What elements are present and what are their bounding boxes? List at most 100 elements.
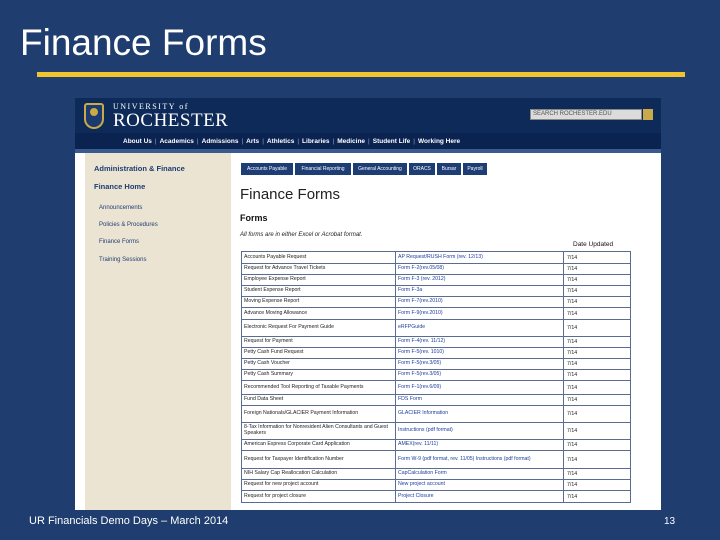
form-link[interactable]: Form F-5(rev.3/05) <box>396 370 564 380</box>
table-row: Fund Data Sheet FDS Form 7/14 <box>242 395 630 406</box>
form-name-cell: Accounts Payable Request <box>242 252 396 263</box>
form-name-cell: Request for Payment <box>242 337 396 347</box>
form-link[interactable]: Form F-5(rev.3/05) <box>396 359 564 369</box>
date-updated-cell: 7/14 <box>567 299 578 305</box>
table-row: Petty Cash Fund Request Form F-5(rev. 101… <box>242 348 630 359</box>
form-link[interactable]: Form F-9(rev.2010) <box>396 308 564 319</box>
date-updated-cell: 7/14 <box>567 310 578 317</box>
form-link[interactable]: Form F-2(rev.05/08) <box>396 264 564 274</box>
form-link[interactable]: Form F-4(rev. 11/12) <box>396 337 564 347</box>
date-updated-cell: 7/14 <box>567 411 578 417</box>
sidebar-heading[interactable]: Administration & Finance <box>94 164 185 173</box>
date-updated-cell: 7/14 <box>567 428 578 434</box>
nav-separator: | <box>297 137 300 145</box>
nav-item-medicine[interactable]: Medicine <box>337 138 365 145</box>
form-link[interactable]: Form F-3a <box>396 286 564 296</box>
table-row: 8-Tax Information for Nonresident Alien … <box>242 423 630 440</box>
form-link[interactable]: AP Request/RUSH Form (rev. 12/13) <box>396 252 564 263</box>
table-row: Employee Expense Report Form F-3 (rev. 20… <box>242 275 630 286</box>
university-name-line2: ROCHESTER <box>113 110 229 131</box>
nav-item-student-life[interactable]: Student Life <box>373 138 411 145</box>
form-name-cell: Request for Taxpayer Identification Numb… <box>242 451 396 468</box>
tab-bursar[interactable]: Bursar <box>437 163 461 175</box>
nav-separator: | <box>332 137 335 145</box>
form-link[interactable]: Form W-9 (pdf format, rev. 11/05) Instru… <box>396 451 564 468</box>
form-name-cell: Employee Expense Report <box>242 275 396 285</box>
nav-item-about-us[interactable]: About Us <box>123 138 152 145</box>
footer-text: UR Financials Demo Days – March 2014 <box>29 515 229 527</box>
form-link[interactable]: Form F-1(rev.6/09) <box>396 381 564 394</box>
table-row: Recommended Tool Reporting of Taxable Pa… <box>242 381 630 395</box>
sidebar-item-policies[interactable]: Policies & Procedures <box>99 222 158 228</box>
nav-item-academics[interactable]: Academics <box>160 138 194 145</box>
page-number: 13 <box>664 516 676 527</box>
nav-separator: | <box>413 137 415 145</box>
form-link[interactable]: Form F-3 (rev. 2012) <box>396 275 564 285</box>
table-row: Electronic Request For Payment Guide eRFP… <box>242 320 630 337</box>
nav-separator: | <box>154 137 157 145</box>
date-updated-cell: 7/14 <box>567 493 578 500</box>
table-row: Petty Cash Summary Form F-5(rev.3/05) 7/14 <box>242 370 630 381</box>
form-link[interactable]: New project account <box>396 480 564 490</box>
table-row: Student Expense Report Form F-3a 7/14 <box>242 286 630 297</box>
sidebar-item-finance-forms[interactable]: Finance Forms <box>99 239 139 245</box>
form-name-cell: American Express Corporate Card Applicat… <box>242 440 396 450</box>
tab-payroll[interactable]: Payroll <box>463 163 487 175</box>
date-updated-cell: 7/14 <box>567 482 578 488</box>
table-row: NIH Salary Cap Reallocation Calculation C… <box>242 469 630 480</box>
title-underline <box>37 72 685 77</box>
search-button[interactable] <box>643 109 653 120</box>
form-link[interactable]: eRFPGuide <box>396 320 564 336</box>
sidebar-item-announcements[interactable]: Announcements <box>99 205 142 211</box>
form-link[interactable]: GLACIER Information <box>396 406 564 422</box>
tab-accounts-payable[interactable]: Accounts Payable <box>241 163 293 175</box>
sidebar-item-training[interactable]: Training Sessions <box>99 257 146 263</box>
form-name-cell: 8-Tax Information for Nonresident Alien … <box>242 423 396 439</box>
form-link[interactable]: AMEX(rev. 11/11) <box>396 440 564 450</box>
date-updated-cell: 7/14 <box>567 397 578 403</box>
university-header: UNIVERSITY of ROCHESTER SEARCH ROCHESTER… <box>75 98 661 133</box>
nav-item-libraries[interactable]: Libraries <box>302 138 329 145</box>
form-name-cell: Request for project closure <box>242 491 396 502</box>
website-screenshot: UNIVERSITY of ROCHESTER SEARCH ROCHESTER… <box>75 98 661 510</box>
top-navigation: About Us | Academics | Admissions | Arts | Athle… <box>75 133 661 149</box>
form-name-cell: Moving Expense Report <box>242 297 396 307</box>
date-updated-cell: 7/14 <box>567 266 578 272</box>
tab-financial-reporting[interactable]: Financial Reporting <box>295 163 351 175</box>
form-name-cell: Petty Cash Summary <box>242 370 396 380</box>
table-row: Request for Taxpayer Identification Numb… <box>242 451 630 469</box>
form-link[interactable]: CapCalculation Form <box>396 469 564 479</box>
university-seal-icon <box>84 103 104 129</box>
forms-table: Accounts Payable Request AP Request/RUSH … <box>241 251 631 503</box>
table-row: Advance Moving Allowance Form F-9(rev.201… <box>242 308 630 320</box>
date-updated-cell: 7/14 <box>567 339 578 345</box>
form-link[interactable]: Project Closure <box>396 491 564 502</box>
table-row: Petty Cash Voucher Form F-5(rev.3/05) 7/14 <box>242 359 630 370</box>
tab-oracs[interactable]: ORACS <box>409 163 435 175</box>
nav-item-athletics[interactable]: Athletics <box>267 138 294 145</box>
date-updated-header: Date Updated <box>573 241 614 248</box>
form-name-cell: Recommended Tool Reporting of Taxable Pa… <box>242 381 396 394</box>
table-row: Request for Payment Form F-4(rev. 11/12) 7… <box>242 337 630 348</box>
date-updated-cell: 7/14 <box>567 471 578 477</box>
form-name-cell: Request for Advance Travel Tickets <box>242 264 396 274</box>
date-updated-cell: 7/14 <box>567 372 578 378</box>
table-row: Moving Expense Report Form F-7(rev.2010) 7… <box>242 297 630 308</box>
date-updated-cell: 7/14 <box>567 384 578 391</box>
form-name-cell: Fund Data Sheet <box>242 395 396 405</box>
nav-item-admissions[interactable]: Admissions <box>202 138 239 145</box>
form-link[interactable]: FDS Form <box>396 395 564 405</box>
date-updated-cell: 7/14 <box>567 277 578 283</box>
nav-separator: | <box>262 137 264 145</box>
form-link[interactable]: Instructions (pdf format) <box>396 423 564 439</box>
form-link[interactable]: Form F-7(rev.2010) <box>396 297 564 307</box>
form-name-cell: Petty Cash Fund Request <box>242 348 396 358</box>
search-input[interactable]: SEARCH ROCHESTER.EDU <box>530 109 642 120</box>
tab-general-accounting[interactable]: General Accounting <box>353 163 407 175</box>
date-updated-cell: 7/14 <box>567 325 578 331</box>
form-link[interactable]: Form F-5(rev. 1010) <box>396 348 564 358</box>
sidebar-finance-home[interactable]: Finance Home <box>94 182 145 191</box>
nav-item-working-here[interactable]: Working Here <box>418 138 460 145</box>
date-updated-cell: 7/14 <box>567 361 578 367</box>
nav-item-arts[interactable]: Arts <box>246 138 259 145</box>
